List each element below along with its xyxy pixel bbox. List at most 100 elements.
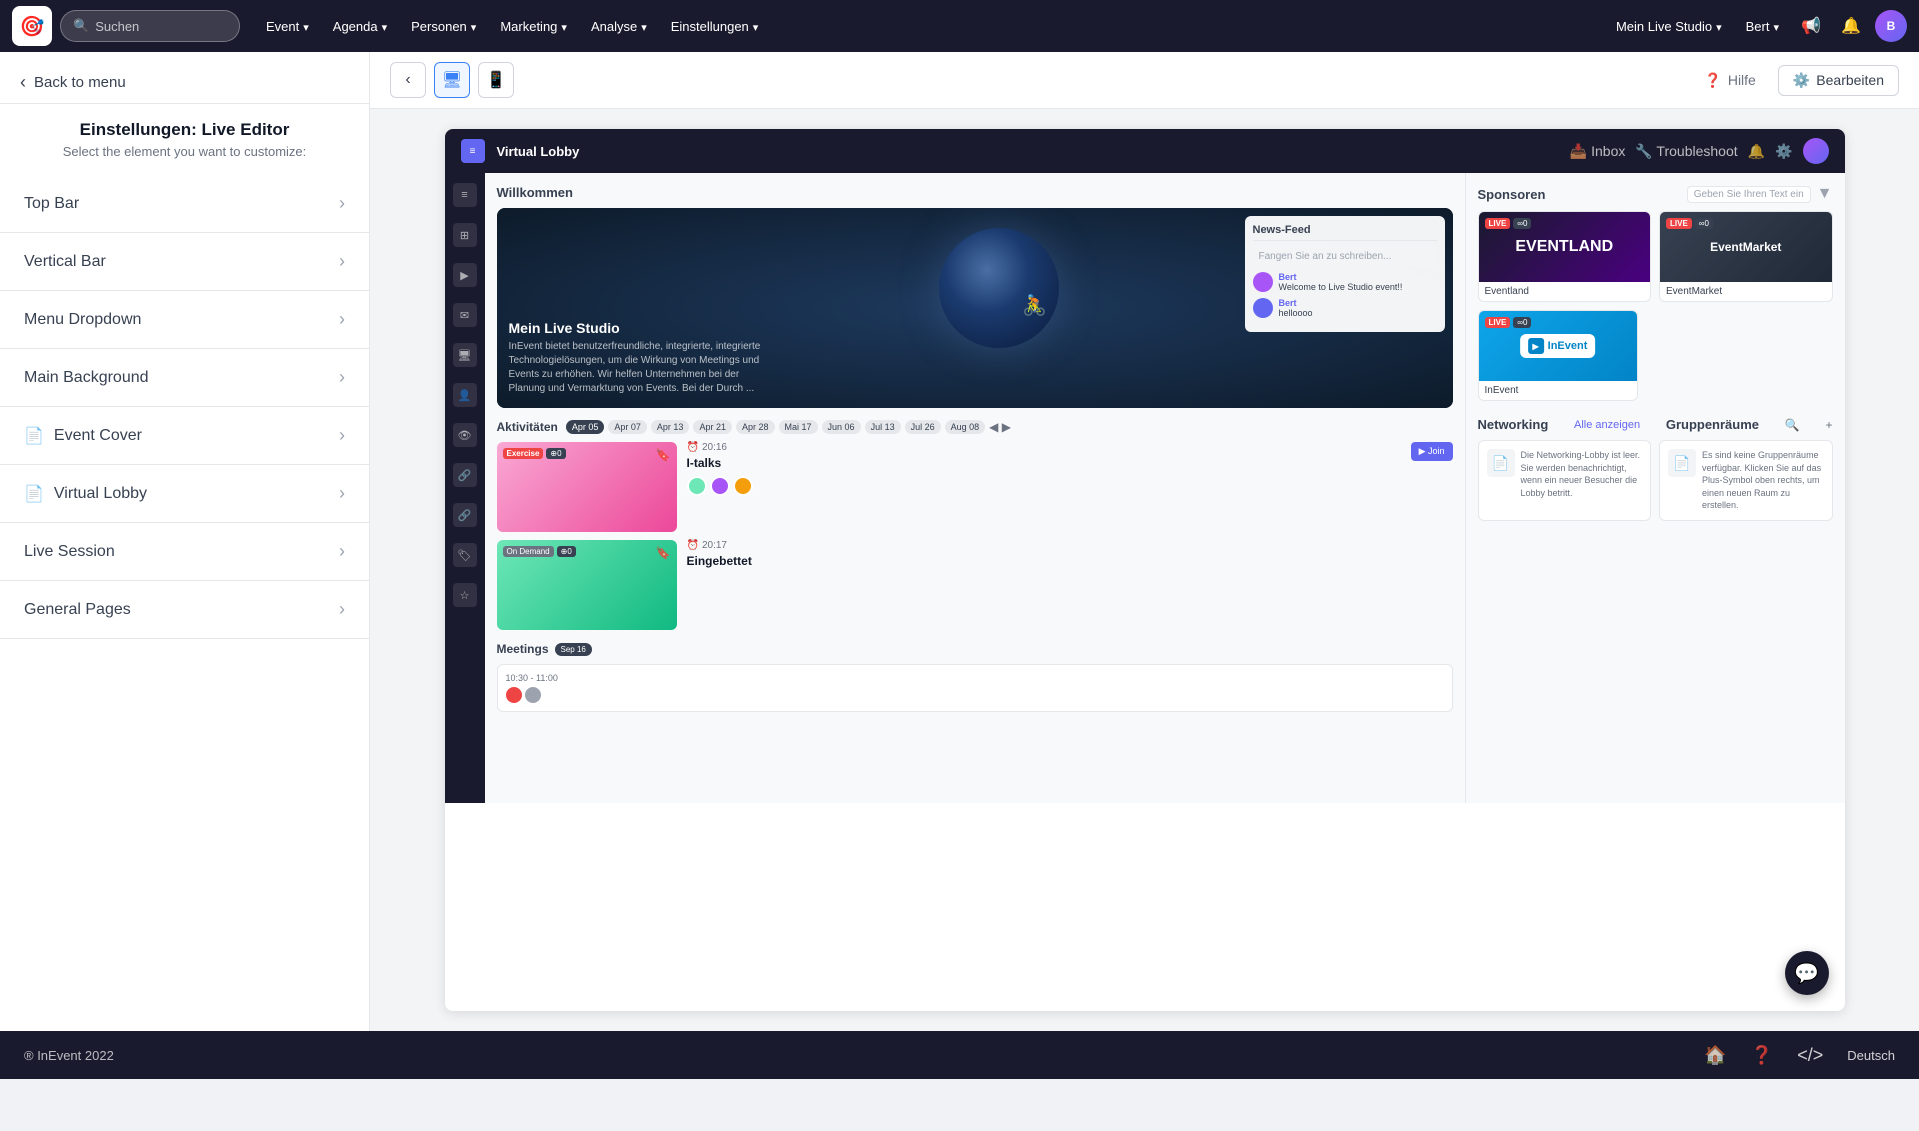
footer-left: ® InEvent 2022 [24,1048,114,1063]
nav-item-agenda[interactable]: Agenda [323,13,397,40]
search-placeholder: Suchen [95,19,139,34]
vl-user-avatar[interactable] [1803,138,1829,164]
sidebar-item-event-cover[interactable]: 📄 Event Cover [0,407,369,465]
vl-nav-star[interactable]: ☆ [453,583,477,607]
code-icon[interactable]: </> [1797,1045,1823,1066]
nav-item-marketing[interactable]: Marketing [490,13,577,40]
inbox-icon[interactable]: 📥 Inbox [1570,143,1626,160]
inevent-logo-icon: ▶ [1528,338,1544,354]
vl-nav-video[interactable]: ▶ [453,263,477,287]
help-icon[interactable]: ❓ [1751,1045,1773,1066]
megaphone-button[interactable]: 📢 [1795,10,1827,42]
vl-nav-screen[interactable]: 🖥 [453,343,477,367]
date-pill-jul26[interactable]: Jul 26 [905,420,941,434]
vl-header: ≡ Virtual Lobby 📥 Inbox 🔧 Troubleshoot 🔔… [445,129,1845,173]
sidebar-item-vertical-bar[interactable]: Vertical Bar [0,233,369,291]
networking-cards: 📄 Die Networking-Lobby ist leer. Sie wer… [1478,440,1833,521]
date-pill-apr21[interactable]: Apr 21 [693,420,732,434]
help-button[interactable]: ❓ Hilfe [1694,66,1765,95]
sidebar-menu: Top Bar Vertical Bar Menu Dropdown Main … [0,175,369,1031]
meet-avatar-red [506,687,522,703]
vl-nav-link[interactable]: 🔗 [453,463,477,487]
user-avatar[interactable]: B [1875,10,1907,42]
logo[interactable]: 🎯 [12,6,52,46]
date-pill-aug08[interactable]: Aug 08 [945,420,986,434]
sponsor-count-badge-2: ∞0 [1695,218,1713,229]
chevron-down-icon [753,19,759,34]
vl-nav-eye[interactable]: 👁 [453,423,477,447]
chevron-right-icon [339,425,345,446]
nav-item-einstellungen[interactable]: Einstellungen [661,13,769,40]
vl-newsfeed-input[interactable]: Fangen Sie an zu schreiben... [1253,247,1437,266]
global-search[interactable]: 🔍 Suchen [60,10,240,42]
vl-newsfeed-title: News-Feed [1253,224,1437,241]
date-pill-jul13[interactable]: Jul 13 [865,420,901,434]
vl-newsfeed-panel: News-Feed Fangen Sie an zu schreiben... … [1245,216,1445,332]
gruppenraume-card-icon: 📄 [1668,449,1696,477]
vl-nav-tag[interactable]: 🏷 [453,543,477,567]
filter-icon[interactable]: ▼ [1817,185,1833,203]
nav-arrows[interactable]: ◀ ▶ [989,420,1011,434]
bookmark-icon[interactable]: 🔖 [656,448,671,462]
vl-nav-home[interactable]: ≡ [453,183,477,207]
sidebar-item-menu-dropdown[interactable]: Menu Dropdown [0,291,369,349]
sidebar-item-general-pages[interactable]: General Pages [0,581,369,639]
settings-icon[interactable]: ⚙️ [1775,143,1792,160]
sidebar-item-virtual-lobby[interactable]: 📄 Virtual Lobby [0,465,369,523]
bookmark-icon-2[interactable]: 🔖 [656,546,671,560]
session-join-btn[interactable]: ▶ Join [1411,442,1453,461]
nav-item-personen[interactable]: Personen [401,13,486,40]
mobile-view-button[interactable]: 📱 [478,62,514,98]
toolbar-right: ❓ Hilfe ⚙️ Bearbeiten [1694,65,1899,96]
desktop-view-button[interactable]: 🖥 [434,62,470,98]
vl-nav-people[interactable]: 👤 [453,383,477,407]
session-thumb-2: On Demand ⊕0 🔖 [497,540,677,630]
language-selector[interactable]: Deutsch [1847,1048,1895,1063]
vl-nav-grid[interactable]: ⊞ [453,223,477,247]
chevron-down-icon [303,19,309,34]
chat-fab-button[interactable]: 💬 [1785,951,1829,995]
search-icon-net[interactable]: 🔍 [1785,418,1800,432]
vl-nav-link2[interactable]: 🔗 [453,503,477,527]
sidebar-item-main-background[interactable]: Main Background [0,349,369,407]
sponsor-eventmarket-banner: LIVE ∞0 EventMarket [1660,212,1832,282]
chevron-down-icon [641,19,647,34]
session-card-2: On Demand ⊕0 🔖 ⏰ 20:17 Eingebett [497,540,1453,630]
vl-nav-chat[interactable]: ✉ [453,303,477,327]
date-pill-apr13[interactable]: Apr 13 [651,420,690,434]
edit-button[interactable]: ⚙️ Bearbeiten [1778,65,1899,96]
notifications-button[interactable]: 🔔 [1835,10,1867,42]
troubleshoot-icon[interactable]: 🔧 Troubleshoot [1635,143,1737,160]
date-pill-mai17[interactable]: Mai 17 [779,420,818,434]
networking-show-all[interactable]: Alle anzeigen [1574,419,1640,431]
home-icon[interactable]: 🏠 [1704,1045,1726,1066]
session-1-avatars [687,476,1401,496]
date-pill-apr07[interactable]: Apr 07 [608,420,647,434]
vl-activities-header: Aktivitäten Apr 05 Apr 07 Apr 13 Apr 21 … [497,420,1453,434]
nav-item-event[interactable]: Event [256,13,319,40]
date-pill-jun06[interactable]: Jun 06 [822,420,861,434]
session-1-badges: Exercise ⊕0 [503,448,566,459]
chat-avatar-2 [1253,298,1273,318]
sidebar-subtitle: Select the element you want to customize… [0,144,369,175]
sponsors-search[interactable]: Geben Sie Ihren Text ein [1687,186,1811,203]
date-pill-apr28[interactable]: Apr 28 [736,420,775,434]
back-button[interactable]: ‹ [390,62,426,98]
right-content: ‹ 🖥 📱 ❓ Hilfe ⚙️ Bearbeiten ≡ Virtu [370,52,1919,1031]
date-pill-apr05[interactable]: Apr 05 [566,420,605,434]
sidebar-item-top-bar[interactable]: Top Bar [0,175,369,233]
back-to-menu-button[interactable]: Back to menu [0,52,369,104]
nav-user-bert[interactable]: Bert [1738,15,1787,38]
sponsors-title: Sponsoren [1478,187,1546,202]
nav-live-studio[interactable]: Mein Live Studio [1608,15,1730,38]
vl-activities-title: Aktivitäten [497,420,558,434]
logo-icon: 🎯 [20,14,45,39]
bell-icon[interactable]: 🔔 [1748,143,1765,160]
chevron-right-icon [339,193,345,214]
add-icon-net[interactable]: + [1825,418,1832,432]
chevron-right-icon [339,309,345,330]
networking-card-1: 📄 Die Networking-Lobby ist leer. Sie wer… [1478,440,1652,521]
nav-item-analyse[interactable]: Analyse [581,13,657,40]
sidebar-item-live-session[interactable]: Live Session [0,523,369,581]
networking-card-text: Die Networking-Lobby ist leer. Sie werde… [1521,449,1643,499]
